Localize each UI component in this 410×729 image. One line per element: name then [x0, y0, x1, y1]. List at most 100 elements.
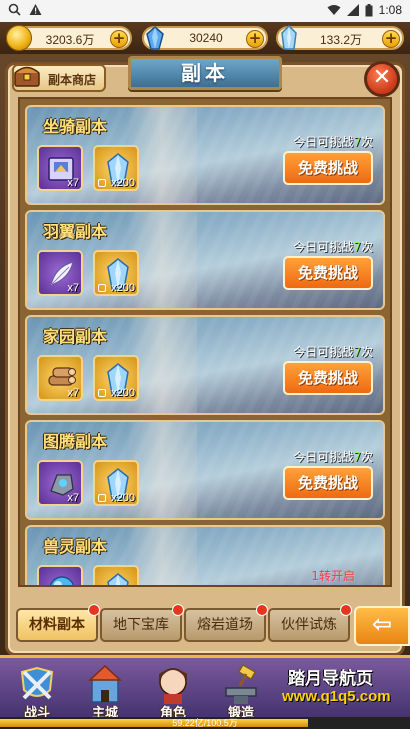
diamond-amount: 30240 — [189, 31, 223, 45]
reward-slot-crystal[interactable]: x200 — [93, 145, 139, 191]
experience-bar: 59.22亿/100.5万 — [0, 717, 410, 729]
watermark-title: 踏月导航页 — [288, 669, 373, 689]
clock: 1:08 — [378, 3, 402, 17]
free-challenge-button[interactable]: 免费挑战 — [283, 466, 373, 500]
warning-icon — [29, 4, 42, 15]
tab-label: 熔岩道场 — [197, 617, 253, 633]
daily-limit: 今日可挑战7次 — [293, 343, 373, 360]
notification-dot — [88, 604, 100, 616]
tab-material-dungeon[interactable]: 材料副本 — [16, 604, 100, 642]
dungeon-title: 兽灵副本 — [43, 537, 108, 556]
close-button[interactable]: ✕ — [364, 61, 400, 97]
notification-dot — [172, 604, 184, 616]
reward-slot-item[interactable]: x7 — [37, 460, 83, 506]
lock-icon — [98, 494, 106, 502]
gold-amount: 3203.6万 — [45, 33, 95, 47]
item-quantity: x7 — [67, 282, 79, 294]
reward-slot-crystal[interactable] — [93, 565, 139, 585]
ice-crystal-icon — [107, 573, 129, 585]
tab-partner-trial[interactable]: 伙伴试炼 — [268, 604, 352, 642]
lock-icon — [98, 284, 106, 292]
limit-suffix: 次 — [360, 240, 373, 254]
limit-count: 7 — [353, 345, 361, 359]
dungeon-category-tabs: 材料副本 地下宝库 熔岩道场 伙伴试炼 — [12, 604, 410, 642]
item-quantity: x7 — [67, 387, 79, 399]
dungeon-shop-button[interactable]: 副本商店 — [12, 64, 106, 92]
item-quantity: x7 — [67, 492, 79, 504]
add-diamond-button[interactable]: + — [246, 30, 264, 48]
watermark-url: www.q1q5.com — [282, 688, 391, 705]
resource-crystal: 133.2万 + — [276, 25, 404, 50]
free-challenge-button[interactable]: 免费挑战 — [283, 151, 373, 185]
limit-count: 7 — [353, 240, 361, 254]
dungeon-list[interactable]: 坐骑副本 x7 x200 今日可挑战7次 免费挑战 羽翼副本 x7 x200 今… — [18, 97, 392, 587]
limit-prefix: 今日可挑战 — [293, 240, 354, 254]
reward-slot-crystal[interactable]: x200 — [93, 355, 139, 401]
dungeon-title: 家园副本 — [43, 327, 108, 346]
item-quantity: x7 — [67, 177, 79, 189]
signal-icon — [346, 4, 359, 16]
site-watermark: 踏月导航页 www.q1q5.com — [282, 664, 406, 712]
shop-label: 副本商店 — [48, 73, 97, 87]
treasure-chest-icon — [14, 66, 40, 87]
search-icon — [8, 3, 21, 16]
crystal-quantity: x200 — [111, 282, 135, 294]
daily-limit: 今日可挑战7次 — [293, 448, 373, 465]
panel-title: 副本 — [181, 61, 229, 85]
limit-prefix: 今日可挑战 — [293, 450, 354, 464]
resource-gold: 3203.6万 + — [6, 25, 132, 51]
battery-icon — [365, 3, 373, 16]
add-crystal-button[interactable]: + — [382, 30, 400, 48]
tab-label: 材料副本 — [29, 617, 85, 633]
dungeon-card-mount: 坐骑副本 x7 x200 今日可挑战7次 免费挑战 — [25, 105, 385, 205]
blue-crystal-icon — [146, 26, 164, 50]
dungeon-card-totem: 图腾副本 x7 x200 今日可挑战7次 免费挑战 — [25, 420, 385, 520]
dungeon-card-beast-spirit: 兽灵副本 1转开启 — [25, 525, 385, 585]
reward-slot-item[interactable]: x7 — [37, 250, 83, 296]
status-left-icons — [8, 3, 42, 16]
reward-slot-crystal[interactable]: x200 — [93, 250, 139, 296]
tab-label: 伙伴试炼 — [281, 617, 337, 633]
dungeon-card-wings: 羽翼副本 x7 x200 今日可挑战7次 免费挑战 — [25, 210, 385, 310]
limit-prefix: 今日可挑战 — [293, 135, 354, 149]
resource-bar: 3203.6万 + 30240 + 133.2万 + — [0, 22, 410, 54]
add-gold-button[interactable]: + — [110, 30, 128, 48]
reward-slot-item[interactable] — [37, 565, 83, 585]
limit-count: 7 — [353, 135, 361, 149]
crystal-amount: 133.2万 — [319, 33, 363, 47]
dungeon-title: 羽翼副本 — [43, 222, 108, 241]
limit-suffix: 次 — [360, 135, 373, 149]
lock-icon — [98, 179, 106, 187]
crystal-quantity: x200 — [111, 492, 135, 504]
notification-dot — [340, 604, 352, 616]
notification-dot — [256, 604, 268, 616]
unlock-requirement: 1转开启 — [311, 569, 355, 583]
lock-icon — [98, 389, 106, 397]
limit-count: 7 — [353, 450, 361, 464]
tab-lava-dojo[interactable]: 熔岩道场 — [184, 604, 268, 642]
free-challenge-button[interactable]: 免费挑战 — [283, 256, 373, 290]
coin-icon — [6, 25, 32, 51]
crystal-quantity: x200 — [111, 387, 135, 399]
tab-label: 地下宝库 — [113, 617, 169, 633]
back-arrow-icon: ⇦ — [371, 610, 393, 638]
back-button[interactable]: ⇦ — [354, 606, 410, 646]
free-challenge-button[interactable]: 免费挑战 — [283, 361, 373, 395]
reward-slot-item[interactable]: x7 — [37, 145, 83, 191]
reward-slot-item[interactable]: x7 — [37, 355, 83, 401]
panel-title-banner: 副本 — [128, 56, 282, 90]
reward-slot-crystal[interactable]: x200 — [93, 460, 139, 506]
close-icon: ✕ — [372, 65, 392, 90]
spirit-orb-icon — [49, 576, 75, 585]
wifi-icon — [327, 5, 341, 15]
limit-suffix: 次 — [360, 450, 373, 464]
dungeon-card-home: 家园副本 x7 x200 今日可挑战7次 免费挑战 — [25, 315, 385, 415]
dungeon-title: 坐骑副本 — [43, 117, 108, 136]
experience-text: 59.22亿/100.5万 — [172, 718, 238, 728]
daily-limit: 今日可挑战7次 — [293, 238, 373, 255]
limit-suffix: 次 — [360, 345, 373, 359]
limit-prefix: 今日可挑战 — [293, 345, 354, 359]
system-status-bar: 1:08 — [0, 0, 410, 22]
crystal-quantity: x200 — [111, 177, 135, 189]
tab-underground-vault[interactable]: 地下宝库 — [100, 604, 184, 642]
